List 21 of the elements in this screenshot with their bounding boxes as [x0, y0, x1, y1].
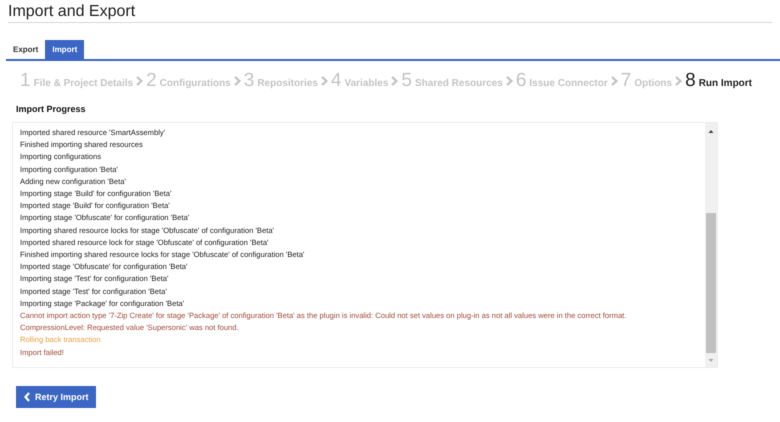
step: 2 Configurations — [146, 71, 231, 90]
chevron-icon — [234, 76, 241, 86]
step: 5 Shared Resources — [401, 71, 503, 90]
page-title: Import and Export — [8, 3, 136, 21]
chevron-icon — [506, 76, 513, 86]
chevron-icon — [675, 76, 682, 86]
chevron-left-icon — [24, 392, 30, 402]
section-heading: Import Progress — [16, 104, 86, 114]
step: 6 Issue Connector — [516, 71, 608, 90]
chevron-icon — [610, 76, 618, 86]
tab[interactable]: Import — [45, 40, 84, 59]
step: 8 Run Import — [685, 71, 752, 90]
chevron-icon — [391, 76, 398, 86]
chevron-icon — [136, 76, 144, 86]
tab[interactable]: Export — [6, 40, 46, 59]
step: 3 Repositories — [244, 71, 318, 90]
chevron-icon — [320, 76, 328, 86]
step: 4 Variables — [330, 71, 388, 90]
step: 7 Options — [620, 71, 672, 90]
retry-button[interactable]: Retry Import — [16, 386, 96, 408]
step: 1 File & Project Details — [20, 71, 134, 90]
